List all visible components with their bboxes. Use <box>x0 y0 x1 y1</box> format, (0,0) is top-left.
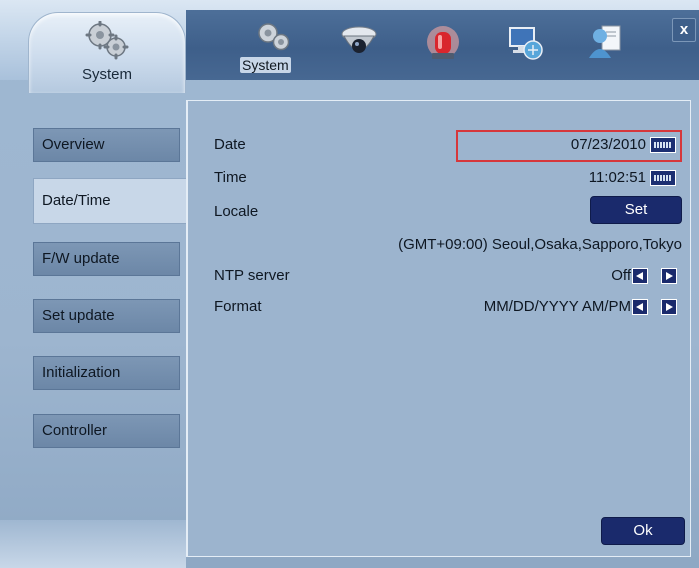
date-field-highlight[interactable] <box>456 130 682 162</box>
sidebar-footer <box>0 520 186 568</box>
system-settings-window: System System x Overview Date/Time F/W u… <box>0 0 699 568</box>
locale-label: Locale <box>214 203 259 220</box>
sidebar-item-initialization[interactable]: Initialization <box>33 356 180 390</box>
time-value[interactable]: 11:02:51 <box>589 169 646 186</box>
camera-icon[interactable] <box>336 20 382 66</box>
ntp-server-value: Off <box>611 267 631 284</box>
timezone-value: (GMT+09:00) Seoul,Osaka,Sapporo,Tokyo <box>398 236 682 253</box>
date-label: Date <box>214 136 246 153</box>
date-value[interactable]: 07/23/2010 <box>571 136 646 153</box>
gear-icon <box>85 21 129 60</box>
tab-system-label: System <box>81 66 132 83</box>
time-label: Time <box>214 169 247 186</box>
locale-set-button[interactable]: Set <box>590 196 682 224</box>
sidebar-item-set-update[interactable]: Set update <box>33 299 180 333</box>
network-icon[interactable] <box>502 20 548 66</box>
sidebar-item-date-time[interactable]: Date/Time <box>33 178 188 224</box>
system-icon-label: System <box>240 57 291 73</box>
ok-button[interactable]: Ok <box>601 517 685 545</box>
date-keyboard-icon[interactable] <box>650 137 676 153</box>
format-value: MM/DD/YYYY AM/PM <box>483 298 631 315</box>
sidebar-item-overview[interactable]: Overview <box>33 128 180 162</box>
sidebar-item-fw-update[interactable]: F/W update <box>33 242 180 276</box>
sidebar-item-controller[interactable]: Controller <box>33 414 180 448</box>
format-next-arrow-icon[interactable] <box>661 299 677 315</box>
alarm-icon[interactable] <box>420 20 466 66</box>
close-button[interactable]: x <box>672 18 696 42</box>
ntp-next-arrow-icon[interactable] <box>661 268 677 284</box>
ntp-server-label: NTP server <box>214 267 290 284</box>
tab-system-active[interactable]: System <box>28 12 186 93</box>
ntp-prev-arrow-icon[interactable] <box>632 268 648 284</box>
user-icon[interactable] <box>582 20 628 66</box>
time-keyboard-icon[interactable] <box>650 170 676 186</box>
format-label: Format <box>214 298 262 315</box>
format-prev-arrow-icon[interactable] <box>632 299 648 315</box>
